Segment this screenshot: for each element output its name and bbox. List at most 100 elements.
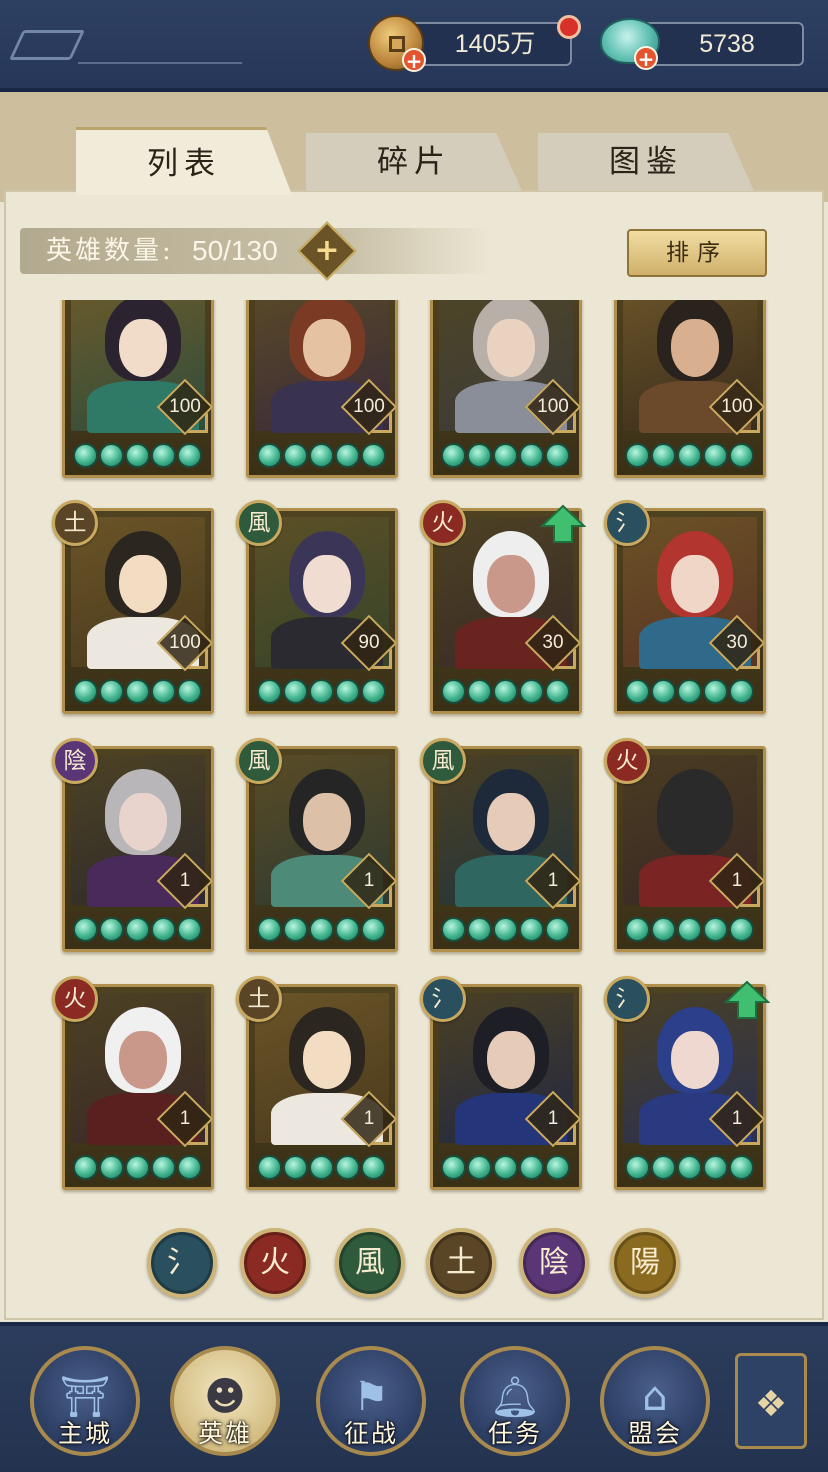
horn-icon: ⚑ <box>353 1373 389 1420</box>
gem-icon <box>651 917 676 942</box>
gem-icon <box>467 1155 492 1180</box>
star-gems <box>441 443 571 469</box>
gem-icon <box>467 679 492 704</box>
add-jade-button[interactable]: + <box>634 46 658 70</box>
gem-icon <box>283 443 308 468</box>
nav-alliance[interactable]: ⌂ 盟会 <box>600 1346 710 1456</box>
gem-icon <box>99 443 124 468</box>
gem-icon <box>545 917 570 942</box>
gem-icon <box>73 1155 98 1180</box>
filter-wind-button[interactable]: 風 <box>335 1228 405 1298</box>
hero-level: 30 <box>726 632 748 653</box>
gem-icon <box>493 443 518 468</box>
more-menu-button[interactable]: ❖ <box>735 1353 807 1449</box>
nav-heroes[interactable]: ☻ 英雄 <box>170 1346 280 1456</box>
gem-icon <box>677 917 702 942</box>
pavilion-icon: ⌂ <box>642 1373 668 1420</box>
hero-level: 100 <box>169 632 201 653</box>
gem-icon <box>493 917 518 942</box>
gem-icon <box>651 1155 676 1180</box>
logo-underline <box>78 62 242 64</box>
hero-level: 30 <box>542 632 564 653</box>
star-gems <box>257 679 387 705</box>
gem-icon <box>335 917 360 942</box>
element-water-icon: 氵 <box>420 976 466 1022</box>
gem-icon <box>309 443 334 468</box>
hero-level: 1 <box>547 870 559 891</box>
menu-logo-icon[interactable] <box>9 30 85 60</box>
hero-card[interactable]: 100 <box>62 300 214 478</box>
gem-icon <box>677 1155 702 1180</box>
gem-icon <box>99 917 124 942</box>
element-earth-icon: 土 <box>52 500 98 546</box>
nav-alliance-label: 盟会 <box>627 1419 682 1448</box>
nav-quests-label: 任务 <box>487 1419 542 1448</box>
gem-icon <box>99 1155 124 1180</box>
element-fire-icon: 火 <box>52 976 98 1022</box>
gem-icon <box>703 443 728 468</box>
gem-icon <box>151 917 176 942</box>
nav-quests[interactable]: 🔔︎ 任务 <box>460 1346 570 1456</box>
gem-icon <box>309 917 334 942</box>
gem-icon <box>519 679 544 704</box>
hero-level: 100 <box>721 396 753 417</box>
gem-icon <box>703 679 728 704</box>
filter-yin-button[interactable]: 陰 <box>519 1228 589 1298</box>
hero-level: 1 <box>179 1108 191 1129</box>
hero-grid: 100 100 100 100 100 土 90 風 30 火 30 氵 1 陰 1 風 1 風 1 火 1 火 1 土 1 氵 1… <box>40 300 800 1200</box>
filter-yang-button[interactable]: 陽 <box>610 1228 680 1298</box>
hero-level: 1 <box>363 870 375 891</box>
gem-icon <box>677 443 702 468</box>
top-resource-bar: 1405万 + 5738 + <box>0 0 828 92</box>
gem-icon <box>257 1155 282 1180</box>
gem-icon <box>257 917 282 942</box>
gem-icon <box>441 443 466 468</box>
star-gems <box>441 1155 571 1181</box>
hero-level: 1 <box>731 1108 743 1129</box>
gem-icon <box>177 1155 202 1180</box>
hero-count-value: 50/130 <box>192 235 278 266</box>
gem-icon <box>283 679 308 704</box>
gem-icon <box>125 443 150 468</box>
gem-icon <box>125 679 150 704</box>
gem-icon <box>677 679 702 704</box>
hero-level: 1 <box>731 870 743 891</box>
gem-icon <box>309 679 334 704</box>
coin-value: 1405万 <box>454 30 536 58</box>
tab-fragments[interactable]: 碎片 <box>306 133 522 191</box>
tab-list[interactable]: 列表 <box>76 127 292 195</box>
sort-button[interactable]: 排序 <box>627 229 767 277</box>
hero-level: 1 <box>547 1108 559 1129</box>
upgrade-arrow-icon <box>540 504 586 543</box>
gem-icon <box>493 679 518 704</box>
nav-campaign[interactable]: ⚑ 征战 <box>316 1346 426 1456</box>
star-gems <box>625 1155 755 1181</box>
nav-main-city-label: 主城 <box>57 1419 112 1448</box>
gem-icon <box>361 1155 386 1180</box>
hero-card[interactable]: 100 <box>246 300 398 478</box>
hero-card[interactable]: 100 <box>614 300 766 478</box>
nav-campaign-label: 征战 <box>343 1419 398 1448</box>
tab-codex[interactable]: 图鉴 <box>538 133 754 191</box>
star-gems <box>73 443 203 469</box>
gem-icon <box>519 1155 544 1180</box>
star-gems <box>257 443 387 469</box>
hero-card[interactable]: 100 <box>430 300 582 478</box>
filter-fire-button[interactable]: 火 <box>240 1228 310 1298</box>
nav-main-city[interactable]: ⛩ 主城 <box>30 1346 140 1456</box>
filter-earth-button[interactable]: 土 <box>426 1228 496 1298</box>
gem-icon <box>729 679 754 704</box>
gem-icon <box>441 917 466 942</box>
gem-icon <box>177 443 202 468</box>
gem-icon <box>545 679 570 704</box>
element-water-icon: 氵 <box>604 500 650 546</box>
gem-icon <box>361 917 386 942</box>
gem-icon <box>177 679 202 704</box>
gem-icon <box>625 443 650 468</box>
gem-icon <box>335 443 360 468</box>
gem-icon <box>361 679 386 704</box>
star-gems <box>257 917 387 943</box>
filter-water-button[interactable]: 氵 <box>147 1228 217 1298</box>
star-gems <box>257 1155 387 1181</box>
add-coins-button[interactable]: + <box>402 48 426 72</box>
